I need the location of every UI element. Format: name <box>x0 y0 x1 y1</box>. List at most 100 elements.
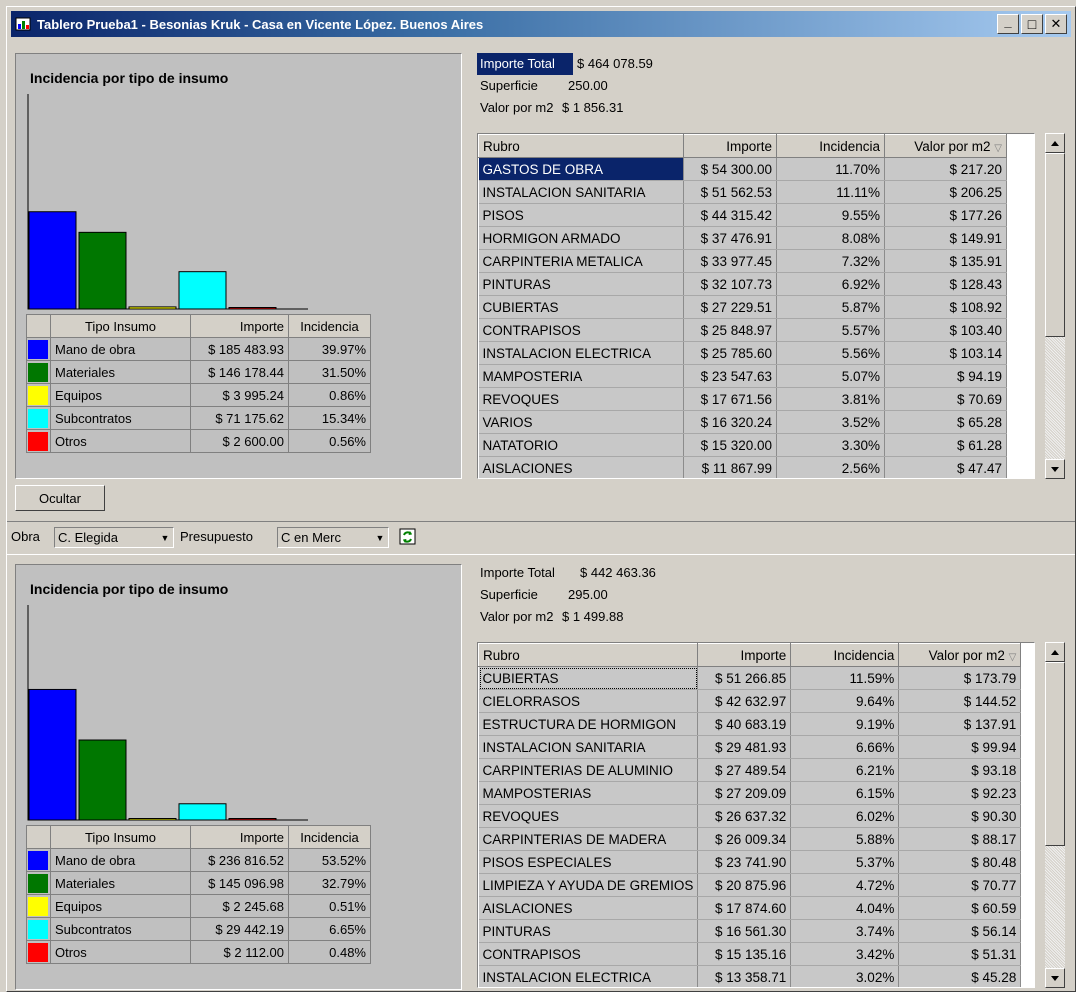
cell-incidencia[interactable]: 11.11% <box>776 180 885 204</box>
chevron-down-icon[interactable]: ▼ <box>372 533 388 543</box>
cell-rubro[interactable]: INSTALACION ELECTRICA <box>478 965 699 987</box>
col-header-valor[interactable]: Valor por m2 ▽ <box>884 134 1007 158</box>
cell-rubro[interactable]: NATATORIO <box>478 433 684 457</box>
table-row[interactable]: NATATORIO $ 15 320.00 3.30% $ 61.28 <box>478 433 1007 457</box>
cell-rubro[interactable]: MAMPOSTERIAS <box>478 781 699 805</box>
maximize-button[interactable]: □ <box>1021 14 1043 34</box>
table-row[interactable]: CARPINTERIAS DE MADERA $ 26 009.34 5.88% $ … <box>478 827 1022 851</box>
col-header-rubro[interactable]: Rubro <box>478 134 684 158</box>
title-bar[interactable]: Tablero Prueba1 - Besonias Kruk - Casa e… <box>11 11 1071 37</box>
table-row[interactable]: INSTALACION SANITARIA $ 51 562.53 11.11% $ … <box>478 180 1007 204</box>
cell-rubro[interactable]: PINTURAS <box>478 272 684 296</box>
table-row[interactable]: CARPINTERIA METALICA $ 33 977.45 7.32% $ 13… <box>478 249 1007 273</box>
cell-rubro[interactable]: LIMPIEZA Y AYUDA DE GREMIOS <box>478 873 699 897</box>
col-header-rubro[interactable]: Rubro <box>478 643 699 667</box>
table-row[interactable]: INSTALACION SANITARIA $ 29 481.93 6.66% $ 9… <box>478 735 1022 759</box>
cell-incidencia[interactable]: 3.42% <box>790 942 900 966</box>
table-row[interactable]: AISLACIONES $ 11 867.99 2.56% $ 47.47 <box>478 456 1007 478</box>
cell-rubro[interactable]: AISLACIONES <box>478 896 699 920</box>
scroll-thumb[interactable] <box>1045 662 1065 846</box>
cell-valor[interactable]: $ 70.77 <box>898 873 1022 897</box>
cell-importe[interactable]: $ 32 107.73 <box>683 272 777 296</box>
cell-importe[interactable]: $ 44 315.42 <box>683 203 777 227</box>
cell-importe[interactable]: $ 13 358.71 <box>697 965 792 987</box>
cell-importe[interactable]: $ 51 266.85 <box>697 666 792 690</box>
cell-incidencia[interactable]: 4.72% <box>790 873 900 897</box>
cell-incidencia[interactable]: 8.08% <box>776 226 885 250</box>
cell-incidencia[interactable]: 11.70% <box>776 157 885 181</box>
cell-valor[interactable]: $ 94.19 <box>884 364 1007 388</box>
cell-valor[interactable]: $ 92.23 <box>898 781 1022 805</box>
cell-importe[interactable]: $ 27 229.51 <box>683 295 777 319</box>
cell-incidencia[interactable]: 7.32% <box>776 249 885 273</box>
table-row[interactable]: GASTOS DE OBRA $ 54 300.00 11.70% $ 217.20 <box>478 157 1007 181</box>
table-row[interactable]: REVOQUES $ 17 671.56 3.81% $ 70.69 <box>478 387 1007 411</box>
cell-importe[interactable]: $ 26 009.34 <box>697 827 792 851</box>
table-row[interactable]: HORMIGON ARMADO $ 37 476.91 8.08% $ 149.91 <box>478 226 1007 250</box>
cell-incidencia[interactable]: 5.56% <box>776 341 885 365</box>
cell-valor[interactable]: $ 56.14 <box>898 919 1022 943</box>
cell-incidencia[interactable]: 5.37% <box>790 850 900 874</box>
cell-rubro[interactable]: CONTRAPISOS <box>478 318 684 342</box>
cell-incidencia[interactable]: 9.55% <box>776 203 885 227</box>
cell-rubro[interactable]: PISOS <box>478 203 684 227</box>
cell-valor[interactable]: $ 108.92 <box>884 295 1007 319</box>
cell-incidencia[interactable]: 4.04% <box>790 896 900 920</box>
cell-incidencia[interactable]: 5.88% <box>790 827 900 851</box>
cell-rubro[interactable]: INSTALACION SANITARIA <box>478 735 699 759</box>
cell-rubro[interactable]: PINTURAS <box>478 919 699 943</box>
table-row[interactable]: PISOS $ 44 315.42 9.55% $ 177.26 <box>478 203 1007 227</box>
cell-valor[interactable]: $ 47.47 <box>884 456 1007 478</box>
cell-incidencia[interactable]: 9.19% <box>790 712 900 736</box>
cell-valor[interactable]: $ 103.40 <box>884 318 1007 342</box>
chevron-down-icon[interactable]: ▼ <box>157 533 173 543</box>
cell-valor[interactable]: $ 51.31 <box>898 942 1022 966</box>
table-row[interactable]: PINTURAS $ 16 561.30 3.74% $ 56.14 <box>478 919 1022 943</box>
cell-rubro[interactable]: CIELORRASOS <box>478 689 699 713</box>
table-row[interactable]: CONTRAPISOS $ 15 135.16 3.42% $ 51.31 <box>478 942 1022 966</box>
cell-rubro[interactable]: AISLACIONES <box>478 456 684 478</box>
cell-importe[interactable]: $ 51 562.53 <box>683 180 777 204</box>
cell-importe[interactable]: $ 11 867.99 <box>683 456 777 478</box>
cell-valor[interactable]: $ 144.52 <box>898 689 1022 713</box>
cell-importe[interactable]: $ 27 489.54 <box>697 758 792 782</box>
cell-incidencia[interactable]: 3.02% <box>790 965 900 987</box>
cell-importe[interactable]: $ 37 476.91 <box>683 226 777 250</box>
cell-rubro[interactable]: REVOQUES <box>478 387 684 411</box>
table-row[interactable]: CIELORRASOS $ 42 632.97 9.64% $ 144.52 <box>478 689 1022 713</box>
cell-valor[interactable]: $ 65.28 <box>884 410 1007 434</box>
cell-rubro[interactable]: REVOQUES <box>478 804 699 828</box>
cell-rubro[interactable]: INSTALACION SANITARIA <box>478 180 684 204</box>
table-row[interactable]: INSTALACION ELECTRICA $ 25 785.60 5.56% $ 1… <box>478 341 1007 365</box>
top-rubro-grid[interactable]: Rubro Importe Incidencia Valor por m2 ▽ … <box>477 133 1035 479</box>
table-row[interactable]: ESTRUCTURA DE HORMIGON $ 40 683.19 9.19% $ … <box>478 712 1022 736</box>
cell-incidencia[interactable]: 6.21% <box>790 758 900 782</box>
refresh-button[interactable] <box>399 528 417 546</box>
cell-valor[interactable]: $ 135.91 <box>884 249 1007 273</box>
cell-importe[interactable]: $ 17 671.56 <box>683 387 777 411</box>
cell-importe[interactable]: $ 23 741.90 <box>697 850 792 874</box>
cell-importe[interactable]: $ 42 632.97 <box>697 689 792 713</box>
cell-incidencia[interactable]: 3.52% <box>776 410 885 434</box>
scroll-thumb[interactable] <box>1045 153 1065 337</box>
table-row[interactable]: CUBIERTAS $ 51 266.85 11.59% $ 173.79 <box>478 666 1022 690</box>
cell-incidencia[interactable]: 5.57% <box>776 318 885 342</box>
cell-rubro[interactable]: MAMPOSTERIA <box>478 364 684 388</box>
col-header-incidencia[interactable]: Incidencia <box>776 134 885 158</box>
scroll-down-button[interactable] <box>1045 968 1065 988</box>
cell-valor[interactable]: $ 80.48 <box>898 850 1022 874</box>
table-row[interactable]: REVOQUES $ 26 637.32 6.02% $ 90.30 <box>478 804 1022 828</box>
cell-incidencia[interactable]: 5.87% <box>776 295 885 319</box>
cell-valor[interactable]: $ 60.59 <box>898 896 1022 920</box>
scroll-up-button[interactable] <box>1045 133 1065 153</box>
col-header-valor[interactable]: Valor por m2 ▽ <box>898 643 1022 667</box>
top-vertical-scrollbar[interactable] <box>1045 133 1065 479</box>
cell-valor[interactable]: $ 88.17 <box>898 827 1022 851</box>
cell-importe[interactable]: $ 16 561.30 <box>697 919 792 943</box>
cell-importe[interactable]: $ 15 135.16 <box>697 942 792 966</box>
cell-rubro[interactable]: CUBIERTAS <box>478 295 684 319</box>
table-row[interactable]: PINTURAS $ 32 107.73 6.92% $ 128.43 <box>478 272 1007 296</box>
cell-rubro[interactable]: GASTOS DE OBRA <box>478 157 684 181</box>
cell-valor[interactable]: $ 61.28 <box>884 433 1007 457</box>
table-row[interactable]: MAMPOSTERIA $ 23 547.63 5.07% $ 94.19 <box>478 364 1007 388</box>
